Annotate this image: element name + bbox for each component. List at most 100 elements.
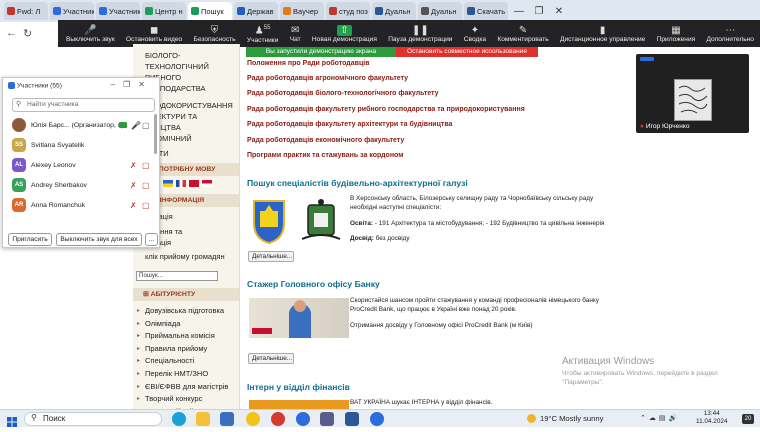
video-tile[interactable]: ● Игор Юрченко bbox=[636, 54, 749, 133]
post-title[interactable]: Пошук спеціалістів будівельно-архітектур… bbox=[247, 178, 468, 188]
microphone-icon[interactable]: 🎤 bbox=[131, 121, 141, 130]
more-button[interactable]: Детальніше... bbox=[248, 251, 294, 262]
outlook-icon[interactable] bbox=[220, 412, 234, 426]
more-options-button[interactable]: ... bbox=[145, 233, 158, 246]
fr-flag-icon[interactable] bbox=[176, 180, 186, 187]
flag-icon[interactable] bbox=[189, 180, 199, 187]
word-icon bbox=[375, 7, 383, 15]
browser-tab[interactable]: Fwd: Л bbox=[4, 2, 48, 20]
faculty-link[interactable]: БІОЛОГО- bbox=[133, 50, 239, 61]
employer-link[interactable]: Рада роботодавців економічного факультет… bbox=[247, 137, 404, 144]
explorer-icon[interactable] bbox=[196, 412, 210, 426]
taskbar-search[interactable]: Поиск bbox=[24, 412, 162, 426]
site-search-input[interactable]: Пошук... bbox=[136, 271, 218, 281]
refresh-icon[interactable]: ↻ bbox=[23, 27, 32, 40]
scrollbar[interactable] bbox=[154, 114, 157, 154]
edge-icon[interactable] bbox=[172, 412, 186, 426]
browser-tab-active[interactable]: Пошук bbox=[188, 2, 232, 20]
new-share-button[interactable]: ⇧ Новая демонстрация bbox=[310, 20, 379, 47]
clock[interactable]: 13:44 11.04.2024 bbox=[696, 410, 728, 426]
nav-item[interactable]: ЄВІ/ЄФВВ для магістрів bbox=[133, 381, 239, 394]
back-icon[interactable]: ← bbox=[6, 27, 17, 39]
employer-link[interactable]: Рада роботодавців факультету рибного гос… bbox=[247, 106, 525, 113]
browser-tab[interactable]: Центр н bbox=[142, 2, 186, 20]
weather-text[interactable]: 19°C Mostly sunny bbox=[540, 414, 603, 423]
participant-row[interactable]: AR Anna Romanchuk ✗ ▢ bbox=[3, 195, 153, 215]
word-icon[interactable] bbox=[345, 412, 359, 426]
muted-mic-icon[interactable]: ✗ bbox=[130, 181, 137, 190]
zoom-app-icon[interactable] bbox=[370, 412, 384, 426]
post-title[interactable]: Інтерн у відділ фінансів bbox=[247, 382, 350, 392]
stop-video-button[interactable]: ◼ Остановить видео bbox=[124, 20, 184, 47]
camera-icon[interactable]: ▢ bbox=[142, 121, 150, 130]
muted-mic-icon[interactable]: ✗ bbox=[130, 161, 137, 170]
coat-of-arms-icon bbox=[296, 195, 346, 245]
participant-row[interactable]: AS Andrey Sherbakov ✗ ▢ bbox=[3, 175, 153, 195]
employer-link[interactable]: Рада роботодавців факультету архітектури… bbox=[247, 121, 452, 128]
ua-flag-icon[interactable] bbox=[163, 180, 173, 187]
nav-item[interactable]: Творчий конкурс bbox=[133, 393, 239, 406]
employer-link[interactable]: Рада роботодавців біолого-технологічного… bbox=[247, 90, 439, 97]
mute-all-button[interactable]: Выключить звук для всех bbox=[56, 233, 142, 246]
more-button[interactable]: ⋯ Дополнительно bbox=[705, 20, 756, 47]
employer-link[interactable]: Програми практик та стажувань за кордоно… bbox=[247, 152, 403, 159]
windows-start-icon[interactable] bbox=[7, 414, 17, 427]
participant-row[interactable]: Юлія Барс... (Организатор, я) 🎤 ▢ bbox=[3, 115, 153, 135]
flag-icon[interactable] bbox=[202, 180, 212, 187]
security-button[interactable]: ⛨ Безопасность bbox=[192, 20, 238, 47]
faculty-link[interactable]: ТЕХНОЛОГІЧНИЙ bbox=[133, 61, 239, 72]
view-icon[interactable] bbox=[640, 57, 654, 61]
pause-share-button[interactable]: ❚❚ Пауза демонстрации bbox=[386, 20, 454, 47]
nav-item[interactable]: Спеціальності bbox=[133, 355, 239, 368]
post-experience: Досвід: без досвіду bbox=[350, 235, 410, 242]
apps-button[interactable]: ▦ Приложения bbox=[655, 20, 698, 47]
maximize-button[interactable]: ❐ bbox=[530, 6, 548, 17]
summary-button[interactable]: ✦ Сводка bbox=[462, 20, 488, 47]
browser-tab[interactable]: Скачать bbox=[464, 2, 508, 20]
chrome-icon[interactable] bbox=[246, 412, 260, 426]
annotate-button[interactable]: ✎ Комментировать bbox=[495, 20, 550, 47]
post-text: ВАТ УКРАЇНА шукає ІНТЕРНА у відділ фінан… bbox=[350, 399, 493, 406]
opera-icon[interactable] bbox=[271, 412, 285, 426]
browser-tab[interactable]: Дуальн bbox=[418, 2, 462, 20]
video-off-icon[interactable]: ▢ bbox=[142, 201, 150, 210]
chat-button[interactable]: ✉ Чат bbox=[288, 20, 303, 47]
people-icon: ♟55 bbox=[254, 25, 271, 37]
browser-tab[interactable]: Держав bbox=[234, 2, 278, 20]
post-title[interactable]: Стажер Головного офісу Банку bbox=[247, 279, 380, 289]
nav-item[interactable]: Приймальна комісія bbox=[133, 330, 239, 343]
nav-item[interactable]: Довузівська підготовка bbox=[133, 305, 239, 318]
panel-window-controls[interactable]: –❐✕ bbox=[111, 80, 153, 89]
participant-row[interactable]: SS Svitlana Svyatelik bbox=[3, 135, 153, 155]
remote-control-button[interactable]: ▮ Дистанционное управление bbox=[558, 20, 647, 47]
close-window-button[interactable]: ✕ bbox=[550, 6, 568, 17]
employer-link[interactable]: Положення про Ради роботодавців bbox=[247, 60, 370, 67]
browser-tab[interactable]: студ поз bbox=[326, 2, 370, 20]
employer-link[interactable]: Рада роботодавців агрономічного факульте… bbox=[247, 75, 408, 82]
zoom-app-icon[interactable] bbox=[296, 412, 310, 426]
app-icon[interactable] bbox=[320, 412, 334, 426]
participants-button[interactable]: ♟55 Участники bbox=[245, 20, 281, 47]
nav-item[interactable]: Правила прийому bbox=[133, 343, 239, 356]
video-off-icon[interactable]: ▢ bbox=[142, 161, 150, 170]
invite-button[interactable]: Пригласить bbox=[8, 233, 52, 246]
browser-tab[interactable]: Дуальн bbox=[372, 2, 416, 20]
zoom-icon bbox=[99, 7, 107, 15]
participant-search-input[interactable]: Найти участника bbox=[12, 98, 155, 112]
participant-row[interactable]: AL Alexey Leonov ✗ ▢ bbox=[3, 155, 153, 175]
stop-share-button[interactable]: Остановить совместное использование bbox=[396, 47, 538, 57]
browser-tab[interactable]: Участник bbox=[50, 2, 94, 20]
browser-tab[interactable]: Участник bbox=[96, 2, 140, 20]
tray-icons[interactable]: ⌃☁▤🔊 bbox=[640, 414, 680, 422]
video-off-icon[interactable]: ▢ bbox=[142, 181, 150, 190]
shield-icon: ⛨ bbox=[210, 24, 219, 36]
browser-tab[interactable]: Ваучер bbox=[280, 2, 324, 20]
nav-item[interactable]: Перелік НМТ/ЗНО bbox=[133, 368, 239, 381]
minimize-button[interactable]: — bbox=[510, 6, 528, 17]
nav-item[interactable]: Олімпіада bbox=[133, 318, 239, 331]
more-button[interactable]: Детальніше... bbox=[248, 353, 294, 364]
notification-badge[interactable]: 20 bbox=[742, 414, 754, 424]
info-link[interactable]: клік прийому громадян bbox=[133, 251, 239, 262]
mute-button[interactable]: 🎤 Выключить звук bbox=[64, 20, 117, 47]
muted-mic-icon[interactable]: ✗ bbox=[130, 201, 137, 210]
